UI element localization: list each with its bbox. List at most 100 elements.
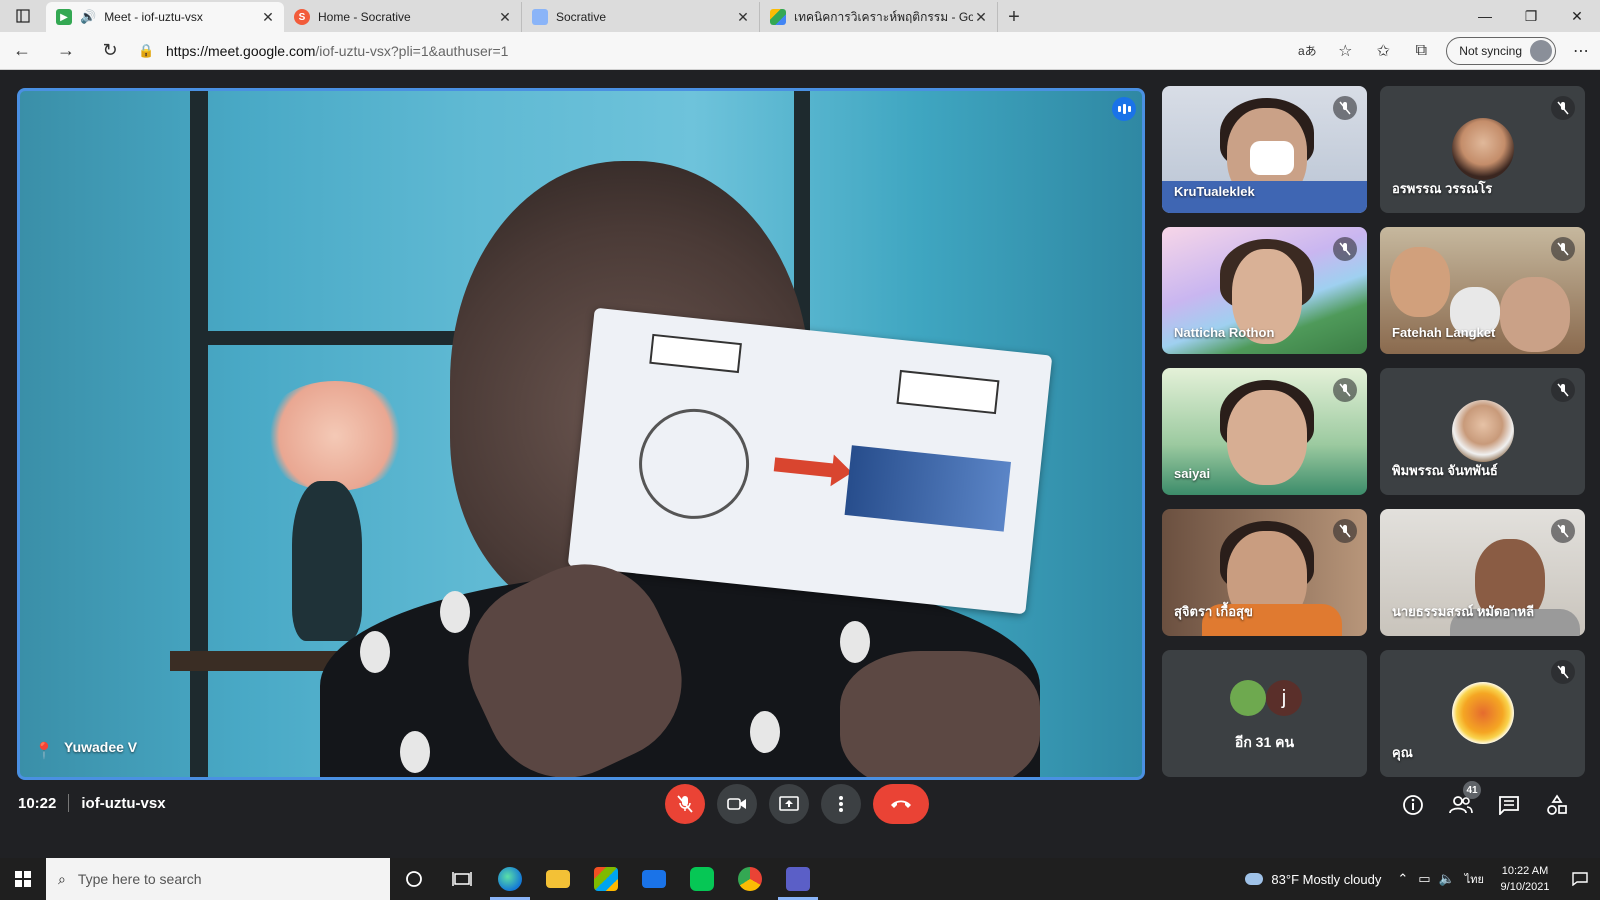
participant-tile[interactable]: saiyai (1162, 368, 1367, 495)
tab-socrative[interactable]: Socrative ✕ (522, 2, 760, 32)
language-indicator[interactable]: ไทย (1465, 870, 1484, 888)
back-arrow-icon[interactable]: ← (0, 32, 44, 70)
tab-title: Socrative (556, 10, 607, 24)
mic-off-icon (1551, 237, 1575, 261)
teams-icon (786, 867, 810, 891)
taskbar-chrome[interactable] (726, 858, 774, 900)
participant-tile[interactable]: สุจิตรา เกื้อสุข (1162, 509, 1367, 636)
minimize-icon[interactable]: — (1462, 0, 1508, 32)
vase (292, 481, 362, 641)
leave-call-button[interactable] (873, 784, 929, 824)
browser-tab-strip: ▶ 🔊 Meet - iof-uztu-vsx ✕ S Home - Socra… (0, 0, 1600, 32)
close-icon[interactable]: ✕ (497, 9, 513, 26)
participant-avatar (1452, 400, 1514, 462)
url-input[interactable]: 🔒 https://meet.google.com/iof-uztu-vsx?p… (132, 36, 1288, 66)
people-button[interactable]: 41 (1443, 781, 1481, 823)
participant-name: พิมพรรณ จันทพันธ์ (1392, 463, 1498, 478)
meeting-details[interactable]: 10:22 iof-uztu-vsx (18, 793, 166, 813)
participant-avatar: j (1266, 680, 1302, 716)
more-menu-icon[interactable]: ⋯ (1562, 32, 1600, 70)
participant-tile[interactable]: พิมพรรณ จันทพันธ์ (1380, 368, 1585, 495)
more-participants-tile[interactable]: j อีก 31 คน (1162, 650, 1367, 777)
favorites-icon[interactable]: ✩ (1364, 32, 1402, 70)
taskbar-store[interactable] (582, 858, 630, 900)
system-clock[interactable]: 10:22 AM 9/10/2021 (1490, 863, 1560, 895)
taskbar-line[interactable] (678, 858, 726, 900)
main-speaker-video[interactable]: 📍 Yuwadee V (17, 88, 1145, 780)
lock-icon[interactable]: 🔒 (138, 43, 166, 59)
speaker-icon[interactable]: 🔊 (80, 9, 96, 25)
weather-text: 83°F Mostly cloudy (1271, 871, 1382, 887)
participant-avatar (1452, 118, 1514, 180)
tab-meet[interactable]: ▶ 🔊 Meet - iof-uztu-vsx ✕ (46, 2, 284, 32)
activities-button[interactable] (1539, 787, 1575, 823)
self-tile[interactable]: คุณ (1380, 650, 1585, 777)
participant-name: สุจิตรา เกื้อสุข (1174, 604, 1253, 619)
participant-tile[interactable]: Fatehah Langket (1380, 227, 1585, 354)
participant-name: Natticha Rothon (1174, 325, 1275, 340)
window-close-icon[interactable]: ✕ (1554, 0, 1600, 32)
read-aloud-icon[interactable]: aあ (1288, 32, 1326, 70)
folder-icon (546, 870, 570, 888)
mic-off-icon (1333, 378, 1357, 402)
tab-title: เทคนิคการวิเคราะห์พฤติกรรม - Goog (794, 9, 973, 24)
chat-button[interactable] (1491, 787, 1527, 823)
close-icon[interactable]: ✕ (735, 9, 751, 26)
windows-logo-icon (15, 871, 31, 887)
tab-actions-icon[interactable] (0, 0, 46, 32)
cloud-icon (1245, 873, 1264, 885)
participant-tile[interactable]: อรพรรณ วรรณโร (1380, 86, 1585, 213)
microphone-toggle-button[interactable] (665, 784, 705, 824)
loading-icon (532, 9, 548, 25)
tab-socrative-home[interactable]: S Home - Socrative ✕ (284, 2, 522, 32)
taskbar-mail[interactable] (630, 858, 678, 900)
taskbar-edge[interactable] (486, 858, 534, 900)
flower-bouquet (260, 381, 410, 491)
pin-icon[interactable]: 📍 (34, 741, 54, 761)
flash-card (567, 307, 1053, 615)
new-tab-button[interactable]: + (998, 2, 1030, 32)
network-icon[interactable]: ▭ (1418, 871, 1430, 887)
camera-icon (727, 798, 746, 810)
present-screen-button[interactable] (769, 784, 809, 824)
weather-widget[interactable]: 83°F Mostly cloudy (1245, 872, 1381, 887)
participant-name: saiyai (1174, 466, 1211, 481)
refresh-icon[interactable]: ↻ (88, 32, 132, 70)
collections-icon[interactable]: ⧉ (1402, 32, 1440, 70)
windows-start-button[interactable] (0, 858, 46, 900)
more-options-button[interactable] (821, 784, 861, 824)
store-icon (594, 867, 618, 891)
notification-center-icon[interactable] (1560, 858, 1600, 900)
close-icon[interactable]: ✕ (973, 9, 989, 26)
forward-arrow-icon[interactable]: → (44, 32, 88, 70)
url-path: /iof-uztu-vsx?pli=1&authuser=1 (315, 42, 509, 59)
people-count-badge: 41 (1463, 781, 1481, 799)
tab-google-drive[interactable]: เทคนิคการวิเคราะห์พฤติกรรม - Goog ✕ (760, 2, 998, 32)
camera-toggle-button[interactable] (717, 784, 757, 824)
line-app-icon (690, 867, 714, 891)
meeting-info-button[interactable] (1395, 787, 1431, 823)
mic-off-icon (1333, 519, 1357, 543)
profile-sync-button[interactable]: Not syncing (1446, 36, 1556, 65)
address-bar: ← → ↻ 🔒 https://meet.google.com/iof-uztu… (0, 32, 1600, 70)
activities-icon (1547, 794, 1567, 815)
cortana-button[interactable] (390, 858, 438, 900)
taskbar-teams[interactable] (774, 858, 822, 900)
participant-tile[interactable]: KruTualeklek (1162, 86, 1367, 213)
participant-tile[interactable]: นายธรรมสรณ์ หมัดอาหลี (1380, 509, 1585, 636)
volume-icon[interactable]: 🔈 (1439, 871, 1455, 887)
chevron-up-icon[interactable]: ⌃ (1397, 871, 1408, 887)
participant-tile[interactable]: Natticha Rothon (1162, 227, 1367, 354)
clock-time: 10:22 AM (1501, 865, 1549, 877)
task-view-button[interactable] (438, 858, 486, 900)
chrome-icon (738, 867, 762, 891)
restore-icon[interactable]: ❐ (1508, 0, 1554, 32)
taskbar-file-explorer[interactable] (534, 858, 582, 900)
mic-off-icon (1333, 96, 1357, 120)
mic-off-icon (1551, 660, 1575, 684)
add-favorite-icon[interactable]: ☆ (1326, 32, 1364, 70)
cortana-icon (406, 871, 422, 887)
close-icon[interactable]: ✕ (260, 9, 276, 26)
mic-off-icon (677, 795, 693, 813)
taskbar-search-input[interactable]: ⌕ Type here to search (46, 858, 390, 900)
